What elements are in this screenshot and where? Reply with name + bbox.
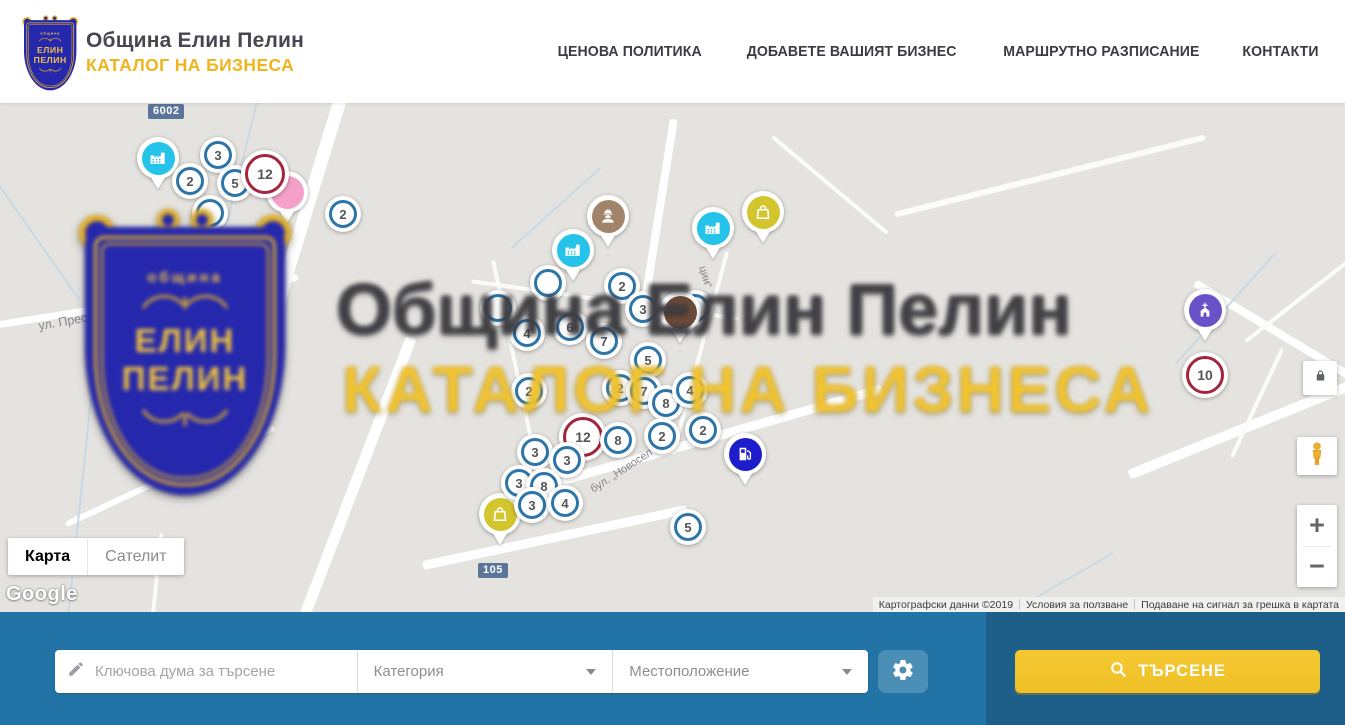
nav-route-schedule[interactable]: МАРШРУТНО РАЗПИСАНИЕ bbox=[1004, 43, 1200, 60]
pegman-icon bbox=[1306, 441, 1328, 472]
cluster-marker[interactable]: 10 bbox=[1182, 352, 1228, 398]
cluster-marker[interactable]: 12 bbox=[241, 150, 289, 198]
cluster-marker[interactable]: 2 bbox=[325, 196, 361, 232]
advanced-settings-button[interactable] bbox=[878, 650, 928, 693]
pin-bag[interactable] bbox=[742, 191, 784, 233]
category-value: Категория bbox=[374, 663, 444, 680]
zoom-control: + − bbox=[1297, 505, 1337, 587]
crest-shield: община ЕЛИН ПЕЛИН bbox=[24, 20, 76, 90]
municipality-crest: община ЕЛИН ПЕЛИН bbox=[24, 17, 76, 91]
cluster-marker[interactable]: 2 bbox=[172, 163, 208, 199]
search-button[interactable]: ТЪРСЕНЕ bbox=[1015, 650, 1320, 693]
watermark-title: Община Елин Пелин bbox=[336, 269, 1072, 351]
maptype-control: Карта Сателит bbox=[8, 538, 184, 575]
chevron-down-icon bbox=[842, 669, 852, 675]
attribution-report-link[interactable]: Подаване на сигнал за грешка в картата bbox=[1135, 598, 1345, 612]
zoom-out-button[interactable]: − bbox=[1297, 547, 1337, 588]
cluster-marker[interactable]: 4 bbox=[547, 485, 583, 521]
cluster-marker[interactable]: 5 bbox=[670, 509, 706, 545]
map-canvas[interactable]: 6002105ул. Преславбул. „Новоселции“32512… bbox=[0, 103, 1345, 612]
attribution-terms-link[interactable]: Условия за ползване bbox=[1020, 598, 1134, 612]
google-logo[interactable]: Google bbox=[6, 583, 78, 606]
pencil-icon bbox=[67, 660, 85, 683]
site-logo[interactable]: община ЕЛИН ПЕЛИН bbox=[24, 17, 80, 91]
keyword-input[interactable] bbox=[95, 663, 345, 680]
maptype-satellite-button[interactable]: Сателит bbox=[87, 538, 183, 575]
site-title: Община Елин Пелин bbox=[86, 29, 304, 53]
cluster-marker[interactable]: 3 bbox=[514, 487, 550, 523]
crest-word: община bbox=[40, 31, 60, 35]
chevron-down-icon bbox=[586, 669, 596, 675]
search-fields: Категория Местоположение bbox=[55, 650, 868, 693]
crest-flourish bbox=[38, 66, 63, 74]
pin-factory[interactable] bbox=[552, 229, 594, 271]
nav-add-business[interactable]: ДОБАВЕТЕ ВАШИЯТ БИЗНЕС bbox=[747, 43, 957, 60]
search-icon bbox=[1109, 660, 1128, 684]
pegman-control[interactable] bbox=[1297, 437, 1337, 475]
cluster-marker[interactable]: 8 bbox=[600, 422, 636, 458]
nav-pricing[interactable]: ЦЕНОВА ПОЛИТИКА bbox=[557, 43, 701, 60]
crest-name-2: ПЕЛИН bbox=[34, 55, 67, 65]
pin-church[interactable] bbox=[1184, 289, 1226, 331]
watermark-crest: община ЕЛИН ПЕЛИН bbox=[85, 215, 285, 497]
keyword-field[interactable] bbox=[55, 650, 357, 693]
location-value: Местоположение bbox=[629, 663, 749, 680]
watermark-subtitle: КАТАЛОГ НА БИЗНЕСА bbox=[342, 351, 1154, 427]
zoom-in-button[interactable]: + bbox=[1297, 505, 1337, 546]
crest-flourish bbox=[38, 37, 63, 44]
search-bar: Категория Местоположение ТЪРСЕНЕ bbox=[0, 612, 1345, 725]
pin-fuel[interactable] bbox=[724, 433, 766, 475]
site-subtitle: КАТАЛОГ НА БИЗНЕСА bbox=[86, 55, 304, 76]
pin-factory[interactable] bbox=[692, 207, 734, 249]
search-button-label: ТЪРСЕНЕ bbox=[1138, 662, 1226, 681]
road-shield: 6002 bbox=[148, 104, 184, 119]
lock-icon bbox=[1313, 368, 1328, 388]
gear-icon bbox=[891, 658, 915, 685]
location-select[interactable]: Местоположение bbox=[613, 650, 868, 693]
map-attribution: Картографски данни ©2019 Условия за полз… bbox=[873, 597, 1345, 612]
lock-button[interactable] bbox=[1303, 361, 1337, 395]
crest-name-1: ЕЛИН bbox=[37, 45, 63, 55]
header: община ЕЛИН ПЕЛИН Община Елин Пелин КАТА… bbox=[0, 0, 1345, 103]
page: община ЕЛИН ПЕЛИН Община Елин Пелин КАТА… bbox=[0, 0, 1345, 725]
site-title-block[interactable]: Община Елин Пелин КАТАЛОГ НА БИЗНЕСА bbox=[86, 29, 304, 76]
category-select[interactable]: Категория bbox=[358, 650, 613, 693]
road-shield: 105 bbox=[478, 563, 508, 578]
pin-worker[interactable] bbox=[587, 195, 629, 237]
nav-contacts[interactable]: КОНТАКТИ bbox=[1242, 43, 1318, 60]
attribution-copyright: Картографски данни ©2019 bbox=[873, 598, 1019, 612]
main-nav: ЦЕНОВА ПОЛИТИКА ДОБАВЕТЕ ВАШИЯТ БИЗНЕС М… bbox=[553, 0, 1321, 103]
maptype-map-button[interactable]: Карта bbox=[8, 538, 87, 575]
